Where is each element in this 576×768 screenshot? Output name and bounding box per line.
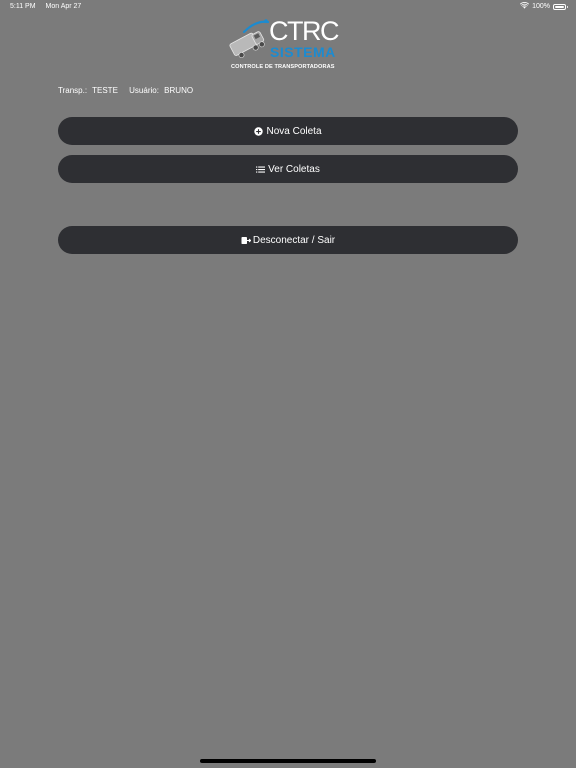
logo-title: CTRC [269,16,340,46]
battery-fill [555,5,564,8]
session-info: Transp.: TESTE Usuário: BRUNO [58,86,196,95]
battery-percent: 100% [532,3,550,10]
plus-circle-icon [254,126,264,136]
ver-coletas-label: Ver Coletas [268,163,320,175]
nova-coleta-label: Nova Coleta [266,125,322,137]
ver-coletas-button[interactable]: Ver Coletas [58,155,518,183]
wifi-icon [520,2,530,11]
app-logo: CTRC SISTEMA CONTROLE DE TRANSPORTADORAS [226,16,352,76]
battery-icon [553,3,568,10]
usuario-value: BRUNO [164,86,194,95]
status-time: 5:11 PM [10,3,36,10]
sign-out-icon [241,236,252,245]
transp-label: Transp.: [58,86,88,95]
status-right: 100% [520,2,568,11]
desconectar-sair-button[interactable]: Desconectar / Sair [58,226,518,254]
logo-tagline: CONTROLE DE TRANSPORTADORAS [231,64,335,70]
logo-subtitle: SISTEMA [270,44,336,60]
status-date: Mon Apr 27 [45,3,82,10]
nova-coleta-button[interactable]: Nova Coleta [58,117,518,145]
home-indicator[interactable] [200,759,376,763]
transp-value: TESTE [92,86,118,95]
usuario-label: Usuário: [129,86,159,95]
desconectar-sair-label: Desconectar / Sair [252,234,336,246]
list-icon [256,165,266,174]
status-left: 5:11 PM Mon Apr 27 [10,3,81,10]
status-bar: 5:11 PM Mon Apr 27 100% [0,0,576,14]
